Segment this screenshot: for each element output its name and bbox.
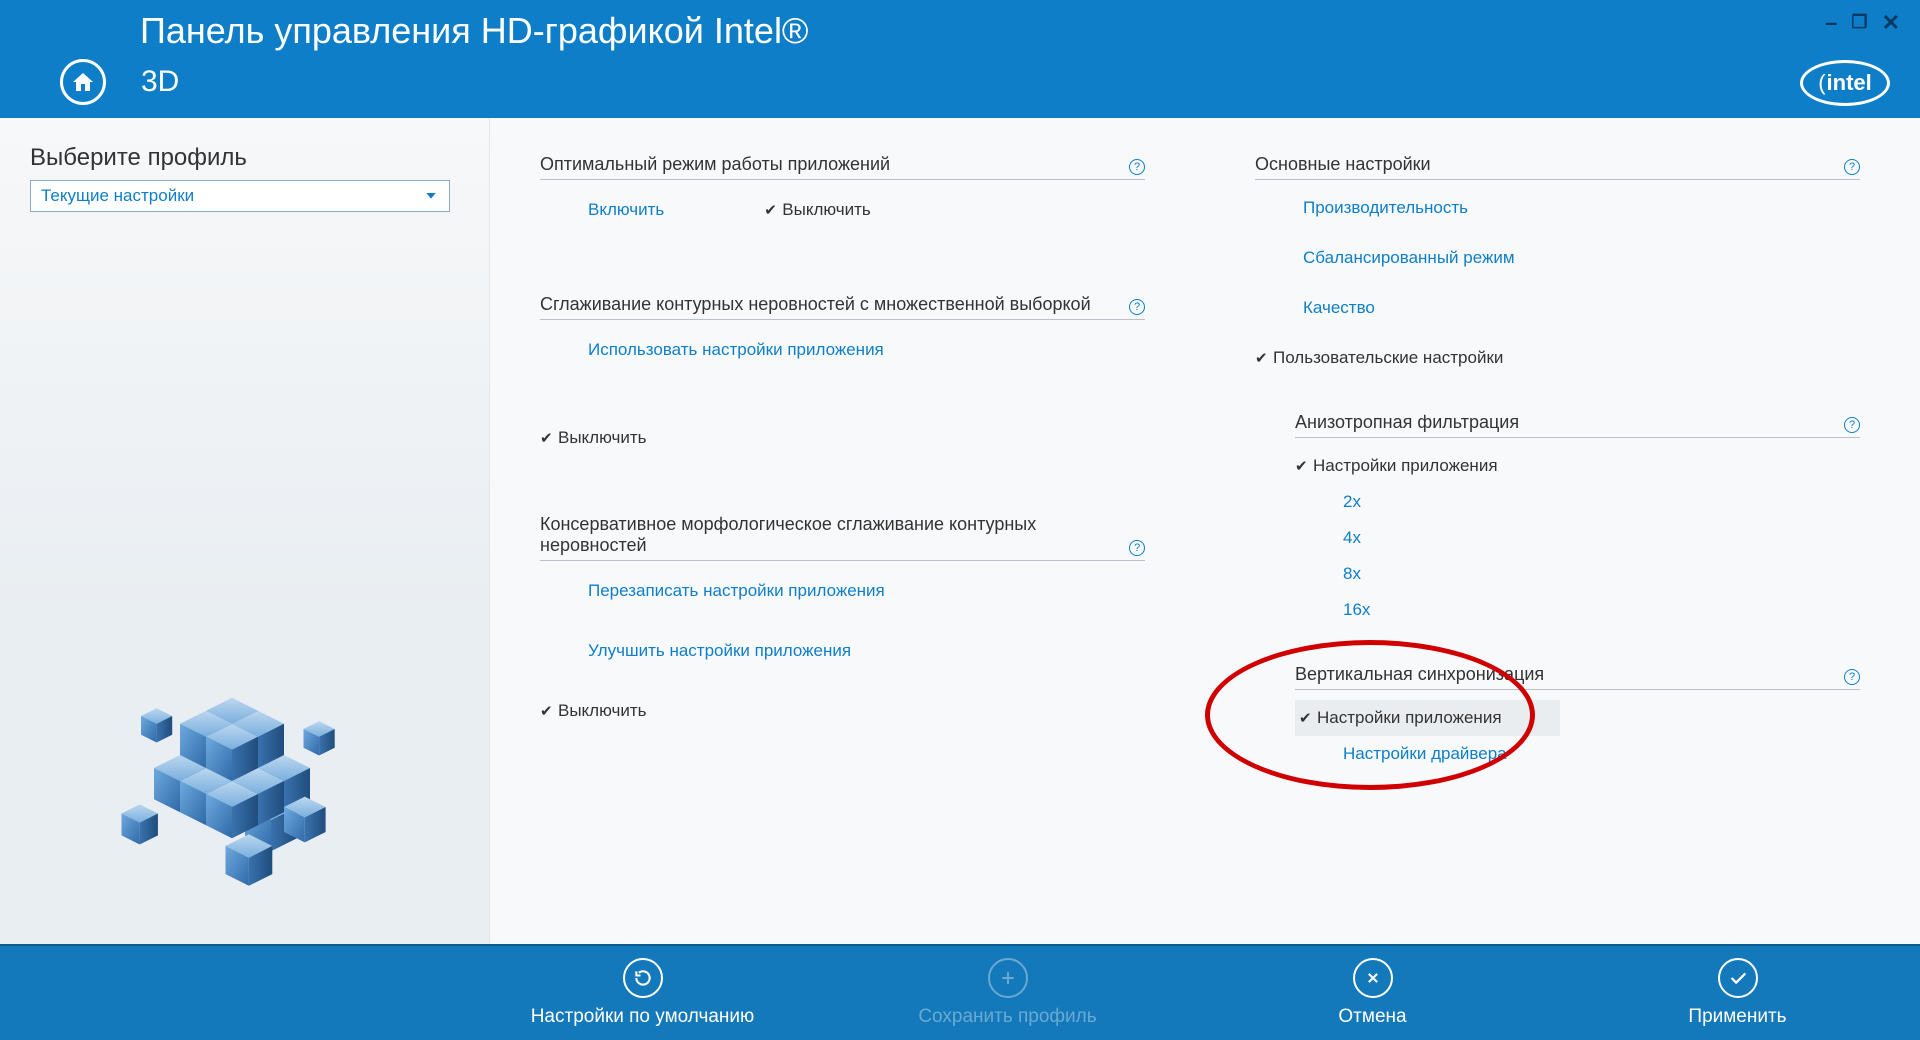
option-msaa-disable[interactable]: Выключить bbox=[540, 418, 1145, 458]
cancel-button[interactable]: Отмена bbox=[1190, 958, 1555, 1028]
help-icon[interactable]: ? bbox=[1129, 540, 1145, 556]
plus-icon bbox=[988, 958, 1028, 998]
option-aniso-app[interactable]: Настройки приложения bbox=[1295, 448, 1860, 484]
header: Панель управления HD-графикой Intel® 3D … bbox=[0, 0, 1920, 118]
option-optimal-disable[interactable]: Выключить bbox=[764, 192, 870, 228]
settings-column-right: Основные настройки ? Производительность … bbox=[1255, 148, 1860, 924]
close-circle-icon bbox=[1353, 958, 1393, 998]
option-aniso-16x[interactable]: 16x bbox=[1295, 592, 1860, 628]
home-button[interactable] bbox=[60, 59, 106, 105]
defaults-button[interactable]: Настройки по умолчанию bbox=[460, 958, 825, 1028]
help-icon[interactable]: ? bbox=[1844, 669, 1860, 685]
section-title-anisotropic: Анизотропная фильтрация bbox=[1295, 412, 1519, 433]
section-title-cmaa: Консервативное морфологическое сглаживан… bbox=[540, 514, 1129, 556]
section-title: 3D bbox=[141, 65, 179, 99]
option-cmaa-override[interactable]: Перезаписать настройки приложения bbox=[570, 571, 1145, 611]
intel-logo: intel bbox=[1800, 60, 1890, 106]
section-title-general: Основные настройки bbox=[1255, 154, 1431, 175]
section-title-msaa: Сглаживание контурных неровностей с множ… bbox=[540, 294, 1091, 315]
section-title-vsync: Вертикальная синхронизация bbox=[1295, 664, 1544, 685]
option-cmaa-enhance[interactable]: Улучшить настройки приложения bbox=[570, 631, 1145, 671]
section-cmaa: Консервативное морфологическое сглаживан… bbox=[540, 508, 1145, 731]
home-icon bbox=[71, 70, 95, 94]
main-panel: Оптимальный режим работы приложений ? Вк… bbox=[490, 118, 1920, 944]
chevron-down-icon: ▼ bbox=[423, 191, 439, 202]
option-aniso-4x[interactable]: 4x bbox=[1295, 520, 1860, 556]
apply-button[interactable]: Применить bbox=[1555, 958, 1920, 1028]
profile-select[interactable]: Текущие настройки ▼ bbox=[30, 180, 450, 212]
section-vsync: Вертикальная синхронизация ? Настройки п… bbox=[1255, 658, 1860, 772]
app-title: Панель управления HD-графикой Intel® bbox=[0, 0, 1920, 52]
option-aniso-8x[interactable]: 8x bbox=[1295, 556, 1860, 592]
settings-column-left: Оптимальный режим работы приложений ? Вк… bbox=[540, 148, 1145, 924]
option-cmaa-disable[interactable]: Выключить bbox=[540, 691, 1145, 731]
help-icon[interactable]: ? bbox=[1844, 417, 1860, 433]
option-general-performance[interactable]: Производительность bbox=[1285, 190, 1860, 226]
window-controls bbox=[1825, 10, 1900, 36]
option-aniso-2x[interactable]: 2x bbox=[1295, 484, 1860, 520]
maximize-button[interactable] bbox=[1851, 10, 1867, 36]
help-icon[interactable]: ? bbox=[1844, 159, 1860, 175]
option-optimal-enable[interactable]: Включить bbox=[570, 192, 664, 228]
undo-icon bbox=[623, 958, 663, 998]
minimize-button[interactable] bbox=[1825, 10, 1837, 36]
section-anisotropic: Анизотропная фильтрация ? Настройки прил… bbox=[1255, 406, 1860, 628]
select-profile-label: Выберите профиль bbox=[30, 144, 459, 172]
section-title-optimal: Оптимальный режим работы приложений bbox=[540, 154, 890, 175]
close-button[interactable] bbox=[1882, 10, 1900, 36]
option-vsync-driver[interactable]: Настройки драйвера bbox=[1295, 736, 1860, 772]
option-general-quality[interactable]: Качество bbox=[1285, 290, 1860, 326]
option-vsync-app[interactable]: Настройки приложения bbox=[1295, 700, 1560, 736]
sidebar: Выберите профиль Текущие настройки ▼ bbox=[0, 118, 490, 944]
profile-select-value: Текущие настройки bbox=[41, 186, 194, 206]
check-circle-icon bbox=[1718, 958, 1758, 998]
option-general-custom[interactable]: Пользовательские настройки bbox=[1255, 340, 1860, 376]
section-general: Основные настройки ? Производительность … bbox=[1255, 148, 1860, 376]
section-msaa: Сглаживание контурных неровностей с множ… bbox=[540, 288, 1145, 458]
body: Выберите профиль Текущие настройки ▼ bbox=[0, 118, 1920, 944]
footer: Настройки по умолчанию Сохранить профиль… bbox=[0, 944, 1920, 1040]
option-msaa-app[interactable]: Использовать настройки приложения bbox=[570, 330, 1145, 370]
section-optimal-mode: Оптимальный режим работы приложений ? Вк… bbox=[540, 148, 1145, 228]
cube-3d-art bbox=[110, 664, 380, 924]
save-profile-button: Сохранить профиль bbox=[825, 958, 1190, 1028]
option-general-balanced[interactable]: Сбалансированный режим bbox=[1285, 240, 1860, 276]
help-icon[interactable]: ? bbox=[1129, 299, 1145, 315]
help-icon[interactable]: ? bbox=[1129, 159, 1145, 175]
